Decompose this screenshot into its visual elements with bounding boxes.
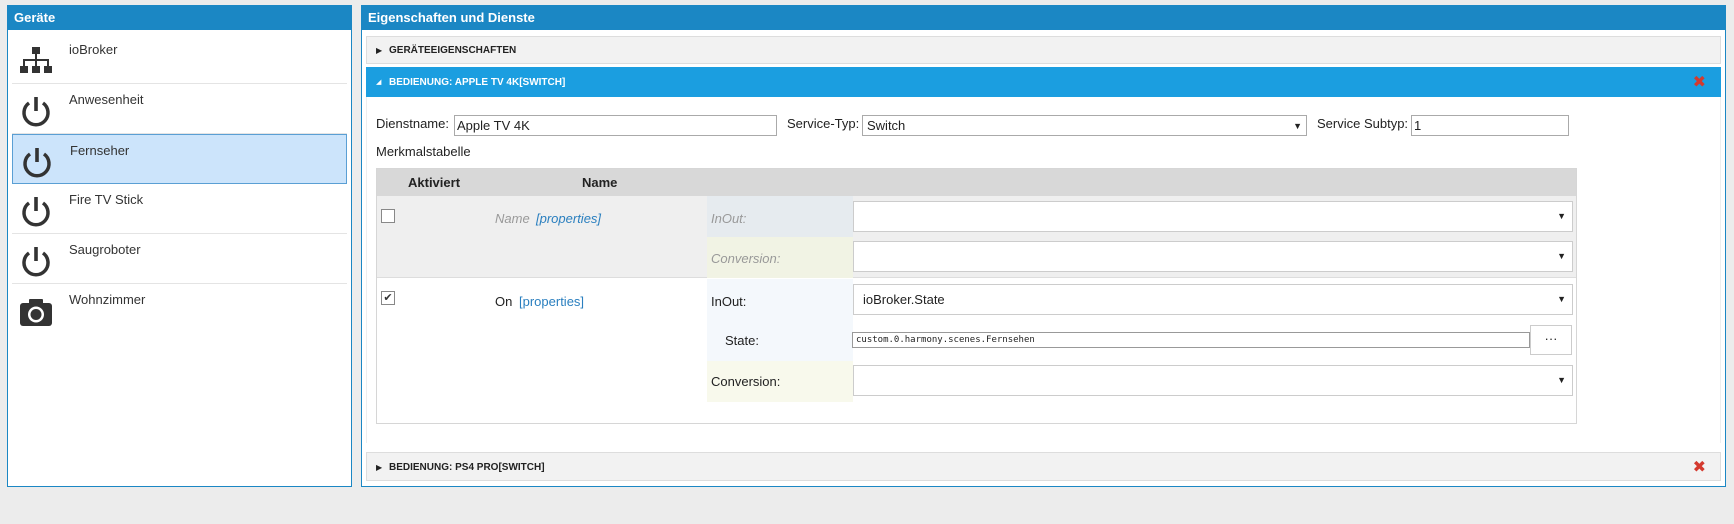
device-item-anwesenheit[interactable]: Anwesenheit (12, 84, 347, 134)
devices-panel-title: Geräte (8, 6, 351, 30)
section-label: BEDIENUNG: PS4 PRO[SWITCH] (389, 462, 545, 473)
state-label: State: (725, 333, 759, 348)
section-ps4-service[interactable]: ▶ BEDIENUNG: PS4 PRO[SWITCH] ✖ (366, 452, 1721, 481)
inout-select[interactable]: ioBroker.State ▼ (853, 284, 1573, 315)
state-input[interactable]: custom.0.harmony.scenes.Fernsehen (852, 332, 1530, 348)
properties-link[interactable]: [properties] (519, 294, 584, 309)
power-icon (22, 197, 50, 227)
section-active-service[interactable]: ◢ BEDIENUNG: APPLE TV 4K[SWITCH] ✖ (366, 67, 1721, 97)
triangle-down-icon: ◢ (376, 79, 382, 86)
device-label: Fire TV Stick (69, 192, 144, 207)
power-icon (23, 148, 51, 178)
properties-link[interactable]: [properties] (536, 211, 601, 226)
service-type-label: Service-Typ: (787, 116, 860, 131)
col-active-header: Aktiviert (408, 175, 461, 190)
triangle-right-icon: ▶ (376, 463, 383, 472)
conversion-label: Conversion: (711, 251, 781, 266)
characteristics-table: Aktiviert Name Name [properties] InOut: … (376, 168, 1577, 424)
device-item-wohnzimmer[interactable]: Wohnzimmer (12, 284, 347, 334)
device-item-iobroker[interactable]: ioBroker (12, 34, 347, 84)
devices-panel: Geräte ioBroker Anwesenheit Fernseher Fi… (7, 5, 352, 487)
device-list: ioBroker Anwesenheit Fernseher Fire TV S… (8, 30, 351, 338)
properties-panel-title: Eigenschaften und Dienste (362, 6, 1725, 30)
characteristics-caption: Merkmalstabelle (376, 144, 471, 159)
checkmark-icon: ✔ (383, 292, 393, 304)
camera-icon (20, 299, 52, 326)
chevron-down-icon: ▼ (1293, 121, 1302, 131)
inout-select[interactable]: ▼ (853, 201, 1573, 232)
service-name-input[interactable] (454, 115, 777, 136)
device-item-fernseher[interactable]: Fernseher (12, 134, 347, 184)
chevron-down-icon: ▼ (1557, 294, 1566, 304)
network-tree-icon (20, 47, 52, 73)
power-icon (22, 247, 50, 277)
conversion-select[interactable]: ▼ (853, 365, 1573, 396)
section-label: GERÄTEEIGENSCHAFTEN (389, 45, 517, 56)
service-name-label: Dienstname: (376, 116, 449, 131)
section-label: BEDIENUNG: APPLE TV 4K[SWITCH] (389, 77, 566, 88)
chevron-down-icon: ▼ (1557, 251, 1566, 261)
delete-service-icon[interactable]: ✖ (1693, 68, 1706, 98)
delete-service-icon[interactable]: ✖ (1693, 453, 1706, 482)
chevron-down-icon: ▼ (1557, 211, 1566, 221)
characteristic-name: Name (495, 211, 530, 226)
conversion-select[interactable]: ▼ (853, 241, 1573, 272)
properties-panel: Eigenschaften und Dienste ▶ GERÄTEEIGENS… (361, 5, 1726, 487)
table-row: Name [properties] InOut: ▼ Conversion: ▼ (377, 196, 1576, 278)
device-item-saugroboter[interactable]: Saugroboter (12, 234, 347, 284)
row-enable-checkbox[interactable]: ✔ (381, 291, 395, 305)
device-label: Anwesenheit (69, 92, 144, 107)
section-device-properties[interactable]: ▶ GERÄTEEIGENSCHAFTEN (366, 36, 1721, 64)
row-enable-checkbox[interactable] (381, 209, 395, 223)
service-type-value: Switch (867, 118, 906, 133)
device-label: Wohnzimmer (69, 292, 146, 307)
conversion-label: Conversion: (711, 374, 781, 389)
device-label: Fernseher (70, 143, 130, 158)
service-subtype-label: Service Subtyp: (1317, 116, 1409, 131)
service-subtype-input[interactable] (1411, 115, 1569, 136)
chevron-down-icon: ▼ (1557, 375, 1566, 385)
device-label: ioBroker (69, 42, 118, 57)
inout-cell (707, 279, 853, 361)
inout-label: InOut: (711, 294, 747, 309)
table-row: ✔ On [properties] InOut: ioBroker.State … (377, 279, 1576, 423)
triangle-right-icon: ▶ (376, 46, 383, 55)
characteristic-name: On (495, 294, 513, 309)
col-name-header: Name (582, 175, 618, 190)
device-label: Saugroboter (69, 242, 141, 257)
table-header: Aktiviert Name (377, 169, 1576, 196)
state-browse-button[interactable]: ··· (1530, 325, 1572, 355)
inout-label: InOut: (711, 211, 747, 226)
service-editor: Dienstname: Service-Typ: Switch ▼ Servic… (366, 97, 1721, 443)
power-icon (22, 97, 50, 127)
inout-value: ioBroker.State (863, 292, 945, 307)
device-item-fire-tv-stick[interactable]: Fire TV Stick (12, 184, 347, 234)
service-type-select[interactable]: Switch ▼ (862, 115, 1307, 136)
